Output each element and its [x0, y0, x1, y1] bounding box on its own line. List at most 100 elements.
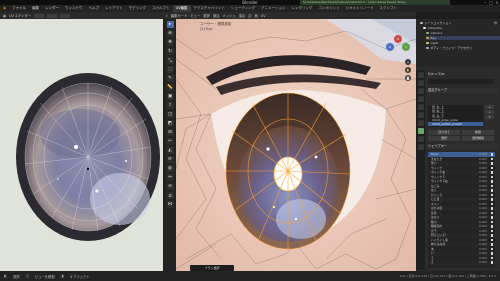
world-tab-icon[interactable] [417, 104, 424, 110]
workspace-tab-compositing[interactable]: コンポジット [316, 5, 343, 12]
workspace-tab-uv-editing[interactable]: UV編集 [172, 5, 191, 12]
menu-vertex[interactable]: 頂点 [239, 13, 246, 18]
pan-hand-icon[interactable]: ✋ [405, 67, 411, 73]
uv-canvas[interactable] [0, 19, 163, 271]
workspace-tab-modeling[interactable]: モデリング [126, 5, 150, 12]
rip-icon[interactable]: ⋈ [166, 201, 174, 208]
render-tab-icon[interactable] [417, 80, 424, 86]
move-icon[interactable]: ✥ [166, 39, 174, 46]
deselect-button[interactable]: 選択解除 [462, 136, 494, 141]
gizmo-y-axis-icon[interactable]: Y [402, 43, 410, 51]
extrude-icon[interactable]: ⇧ [166, 102, 174, 109]
shape-key-mute-checkbox[interactable] [490, 180, 493, 183]
workspace-tab-shading[interactable]: シェーディング [228, 5, 258, 12]
shape-key-mute-checkbox[interactable] [490, 261, 493, 264]
shape-key-mute-checkbox[interactable] [490, 229, 493, 232]
transform-icon[interactable]: ⬚ [166, 66, 174, 73]
shape-key-mute-checkbox[interactable] [490, 238, 493, 241]
shape-key-mute-checkbox[interactable] [490, 252, 493, 255]
shape-key-mute-checkbox[interactable] [490, 234, 493, 237]
workspace-tab-scripting[interactable]: スクリプト [377, 5, 401, 12]
shape-key-mute-checkbox[interactable] [490, 207, 493, 210]
zoom-icon[interactable]: + [405, 59, 411, 65]
poly-build-icon[interactable]: ◭ [166, 147, 174, 154]
menu-view[interactable]: ビュー [190, 13, 200, 18]
output-tab-icon[interactable] [417, 88, 424, 94]
outliner-row-eye[interactable]: Eye [426, 36, 500, 40]
inset-icon[interactable]: ◫ [166, 111, 174, 118]
knife-icon[interactable]: ✂ [166, 138, 174, 145]
loop-cut-icon[interactable]: ⊟ [166, 129, 174, 136]
data-tab-icon[interactable] [417, 128, 424, 134]
scale-icon[interactable]: ⤡ [166, 57, 174, 64]
blender-logo-icon[interactable]: ◉ [0, 5, 9, 12]
gizmo-z-axis-icon[interactable]: Z [386, 43, 394, 51]
shape-key-mute-checkbox[interactable] [490, 157, 493, 160]
menu-edit[interactable]: 編集 [29, 5, 42, 12]
spin-icon[interactable]: ⟳ [166, 156, 174, 163]
outliner-row-scene-collection[interactable]: シーンコレクション [420, 21, 498, 25]
edge-slide-icon[interactable]: ⇔ [166, 174, 174, 181]
shape-key-value[interactable]: 0.000 [479, 260, 487, 265]
menu-mesh[interactable]: メッシュ [222, 13, 235, 18]
shape-key-mute-checkbox[interactable] [490, 198, 493, 201]
vertex-groups-list[interactable]: 目_左_上 目_右_上 目_左_下 mmd_edge_scale mmd_ver… [428, 105, 483, 127]
modifier-tab-icon[interactable] [417, 120, 424, 126]
shape-key-mute-checkbox[interactable] [490, 220, 493, 223]
shape-key-mute-checkbox[interactable] [490, 175, 493, 178]
properties-search[interactable] [428, 79, 494, 84]
cursor-icon[interactable]: ⊕ [166, 30, 174, 37]
vertex-groups-header[interactable]: 頂点グループ [426, 88, 498, 93]
uv-sync-toggle[interactable] [47, 13, 58, 18]
measure-icon[interactable]: 📏 [166, 84, 174, 91]
shape-key-row[interactable]: え 0.000 [428, 260, 495, 265]
shape-key-mute-checkbox[interactable] [490, 247, 493, 250]
remove-button[interactable]: 削除 [462, 130, 494, 135]
object-tab-icon[interactable] [417, 112, 424, 118]
workspace-tab-texture-paint[interactable]: テクスチャペイント [191, 5, 228, 12]
shape-key-mute-checkbox[interactable] [490, 211, 493, 214]
shape-key-mute-checkbox[interactable] [490, 216, 493, 219]
shape-key-mute-checkbox[interactable] [490, 162, 493, 165]
uv-select-mode[interactable] [34, 13, 45, 18]
shape-keys-list[interactable]: Basis 0.000 まばたき 0.000 笑い 0.000 ウィンク 0.000 ウィンク右… [428, 152, 495, 268]
menu-edge[interactable]: 辺 [248, 13, 251, 18]
shape-keys-header[interactable]: シェイプキー [426, 144, 498, 149]
mode-dropdown[interactable]: 編集モード [171, 13, 187, 18]
texture-tab-icon[interactable] [417, 144, 424, 150]
remove-vertex-group-icon[interactable]: − [485, 110, 494, 114]
workspace-tab-animation[interactable]: アニメーション [258, 5, 288, 12]
outliner-row-body[interactable]: ボディ・フェイス・アクセサリ [426, 46, 500, 50]
rotate-icon[interactable]: ↻ [166, 48, 174, 55]
bevel-icon[interactable]: ◩ [166, 120, 174, 127]
eye-visibility-icon[interactable]: 👁 [494, 21, 498, 49]
shape-key-mute-checkbox[interactable] [490, 193, 493, 196]
outliner-row-light[interactable]: Light [426, 41, 500, 45]
shape-key-mute-checkbox[interactable] [490, 166, 493, 169]
workspace-tab-geometry-nodes[interactable]: ジオメトリノード [343, 5, 377, 12]
menu-window[interactable]: ウィンドウ [62, 5, 86, 12]
shape-key-mute-checkbox[interactable] [490, 171, 493, 174]
workspace-tab-rendering[interactable]: レンダリング [289, 5, 316, 12]
shape-key-mute-checkbox[interactable] [490, 243, 493, 246]
editor-type-3d-icon[interactable]: ⌗ [166, 14, 168, 18]
select-button[interactable]: 選択 [428, 136, 460, 141]
material-tab-icon[interactable] [417, 136, 424, 142]
uv-editor-title[interactable]: UV エディター [9, 13, 31, 18]
shape-key-mute-checkbox[interactable] [490, 189, 493, 192]
assign-button[interactable]: 割り当て [428, 130, 460, 135]
select-box-icon[interactable]: ▸ [166, 21, 174, 28]
editor-type-icon[interactable]: ▦ [3, 14, 6, 18]
menu-help[interactable]: ヘルプ [86, 5, 103, 12]
annotate-icon[interactable]: ✎ [166, 75, 174, 82]
workspace-tab-layout[interactable]: レイアウト [102, 5, 126, 12]
shape-key-mute-checkbox[interactable] [490, 153, 493, 156]
menu-select[interactable]: 選択 [203, 13, 210, 18]
menu-face[interactable]: 面 [255, 13, 258, 18]
shrink-icon[interactable]: ⊖ [166, 183, 174, 190]
smooth-icon[interactable]: ◍ [166, 165, 174, 172]
vertex-group-item-selected[interactable]: mmd_vertex_morph [428, 122, 483, 127]
shape-key-mute-checkbox[interactable] [490, 225, 493, 228]
menu-render[interactable]: レンダー [42, 5, 62, 12]
add-vertex-group-icon[interactable]: + [485, 105, 494, 109]
